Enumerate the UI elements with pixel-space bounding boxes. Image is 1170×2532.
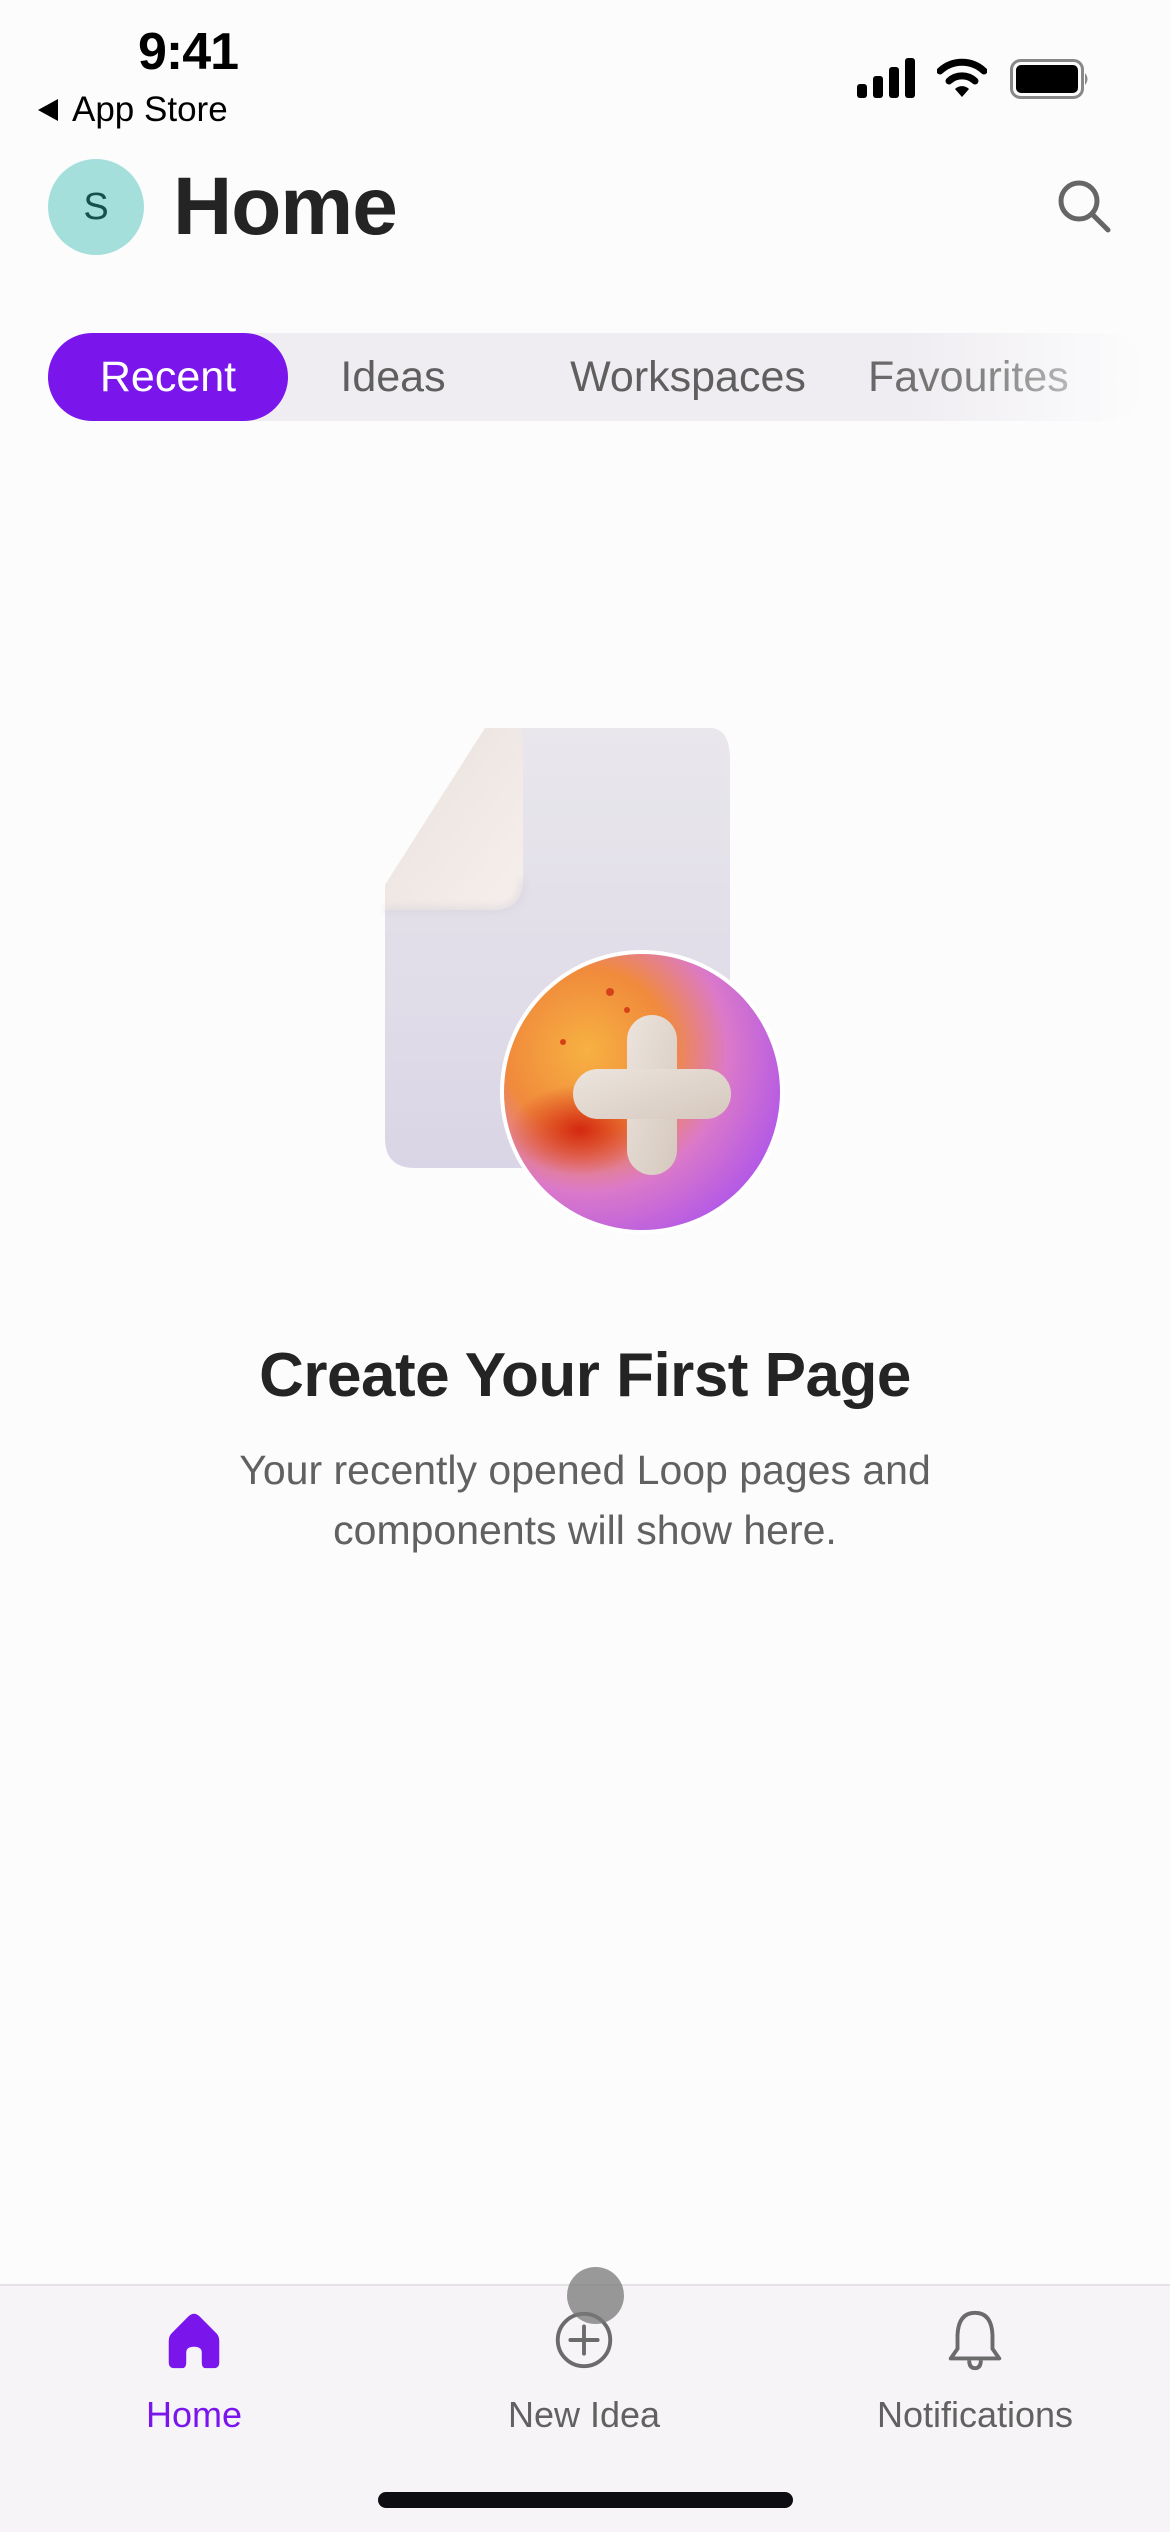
back-app-label: App Store (72, 90, 228, 129)
nav-notifications[interactable]: Notifications (825, 2286, 1125, 2436)
filter-tabs: Recent Ideas Workspaces Favourites (48, 333, 1148, 421)
empty-state-subtitle-line: Your recently opened Loop pages and (239, 1447, 931, 1493)
home-icon (168, 2313, 220, 2369)
nav-new-idea-label: New Idea (507, 2394, 661, 2435)
nav-home[interactable]: Home (44, 2286, 344, 2436)
home-indicator[interactable] (378, 2492, 793, 2508)
tab-ideas[interactable]: Ideas (318, 333, 468, 421)
bell-icon (948, 2310, 1002, 2371)
back-triangle-icon (38, 99, 58, 121)
search-icon[interactable] (1050, 172, 1120, 242)
battery-icon (1010, 59, 1088, 99)
empty-state-subtitle-line: components will show here. (333, 1507, 837, 1553)
nav-notifications-label: Notifications (876, 2394, 1074, 2435)
tab-favourites[interactable]: Favourites (868, 333, 1128, 421)
touch-indicator (567, 2267, 624, 2324)
cellular-signal-icon (857, 58, 915, 98)
avatar[interactable]: S (48, 159, 144, 255)
wifi-icon (937, 58, 987, 97)
empty-state-subtitle: Your recently opened Loop pages and comp… (150, 1440, 1020, 1560)
status-time: 9:41 (138, 23, 239, 81)
tab-workspaces[interactable]: Workspaces (528, 333, 848, 421)
nav-home-label: Home (145, 2394, 243, 2435)
avatar-initial: S (83, 185, 109, 228)
page-title: Home (173, 161, 398, 252)
back-to-app-store-link[interactable]: App Store (38, 90, 228, 130)
empty-state-title: Create Your First Page (259, 1341, 911, 1410)
tab-recent[interactable]: Recent (48, 333, 288, 421)
new-page-plus-illustration (385, 728, 784, 1234)
